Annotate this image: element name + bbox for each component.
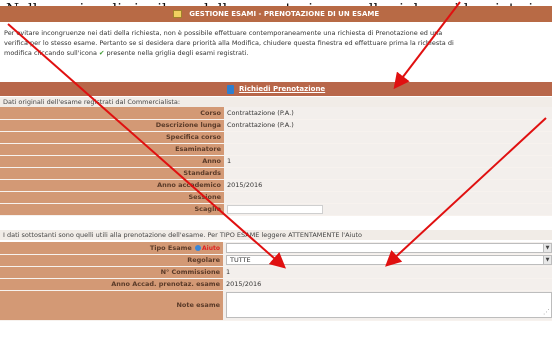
notice-line-2: verifica per lo stesso esame. Pertanto s… — [4, 39, 454, 47]
field-label: Esaminatore — [0, 143, 224, 156]
scaglio-input[interactable] — [227, 204, 323, 214]
anno-accad-label: Anno Accad. prenotaz. esame — [0, 278, 223, 291]
resize-grip-icon[interactable]: ⋰ — [543, 308, 550, 316]
field-row: Scaglio — [0, 203, 552, 216]
field-label: Descrizione lunga — [0, 119, 224, 132]
field-row: Esaminatore — [0, 143, 552, 156]
field-value: 1 — [224, 155, 552, 168]
field-row: Anno 1 — [0, 155, 552, 168]
regolare-label: Regolare — [0, 254, 223, 267]
chevron-down-icon[interactable]: ▼ — [543, 243, 551, 252]
field-value — [224, 191, 552, 204]
tipo-esame-select[interactable]: ▼ — [226, 242, 552, 253]
field-row: Specifica corso — [0, 131, 552, 144]
booking-form-table: Tipo Esame Aiuto ▼ Regolare TUTTE ▼ N° C… — [0, 242, 552, 321]
anno-accad-value: 2015/2016 — [223, 278, 552, 291]
field-label: Sessione — [0, 191, 224, 204]
window-title: GESTIONE ESAMI - PRENOTAZIONE DI UN ESAM… — [189, 10, 380, 18]
n-commissione-value: 1 — [223, 266, 552, 279]
field-value — [224, 143, 552, 156]
field-label: Anno — [0, 155, 224, 168]
richiedi-prenotazione-link[interactable]: Richiedi Prenotazione — [239, 85, 325, 93]
n-commissione-label: N° Commissione — [0, 266, 223, 279]
tipo-esame-label: Tipo Esame Aiuto — [0, 242, 223, 255]
help-icon[interactable] — [195, 244, 202, 251]
info-row: Dati originali dell'esame registrati dal… — [0, 97, 552, 107]
field-row: Corso Contrattazione (P.A.) — [0, 107, 552, 120]
field-row: Sessione — [0, 191, 552, 204]
field-row: Descrizione lunga Contrattazione (P.A.) — [0, 119, 552, 132]
field-row: Anno accademico 2015/2016 — [0, 179, 552, 192]
note-esame-label: Note esame — [0, 290, 223, 321]
pencil-check-icon: ✔ — [99, 49, 105, 57]
notice-line-3: modifica cliccando sull'icona ✔ presente… — [4, 49, 249, 57]
aiuto-link[interactable]: Aiuto — [202, 245, 220, 252]
notice-box: Per evitare incongruenze nei dati della … — [0, 26, 552, 66]
chevron-down-icon[interactable]: ▼ — [543, 256, 551, 264]
notice-line-1: Per evitare incongruenze nei dati della … — [4, 29, 443, 37]
field-value: 2015/2016 — [224, 179, 552, 192]
field-label: Anno accademico — [0, 179, 224, 192]
field-value: Contrattazione (P.A.) — [224, 107, 552, 120]
field-label: Specifica corso — [0, 131, 224, 144]
book-icon — [226, 84, 234, 94]
field-label: Scaglio — [0, 203, 224, 216]
field-value — [224, 131, 552, 144]
field-label: Corso — [0, 107, 224, 120]
regolare-select[interactable]: TUTTE ▼ — [226, 255, 552, 265]
field-value — [224, 167, 552, 180]
exam-details-table: Corso Contrattazione (P.A.) Descrizione lu… — [0, 107, 552, 216]
second-info-row: I dati sottostanti sono quelli utili all… — [0, 230, 552, 240]
field-value: Contrattazione (P.A.) — [224, 119, 552, 132]
field-label: Standards — [0, 167, 224, 180]
field-row: Standards — [0, 167, 552, 180]
note-esame-textarea[interactable]: ⋰ — [226, 292, 552, 318]
window-title-bar: GESTIONE ESAMI - PRENOTAZIONE DI UN ESAM… — [0, 6, 552, 22]
calendar-icon — [172, 10, 182, 18]
section-header: Richiedi Prenotazione — [0, 82, 552, 96]
field-value — [224, 203, 552, 216]
